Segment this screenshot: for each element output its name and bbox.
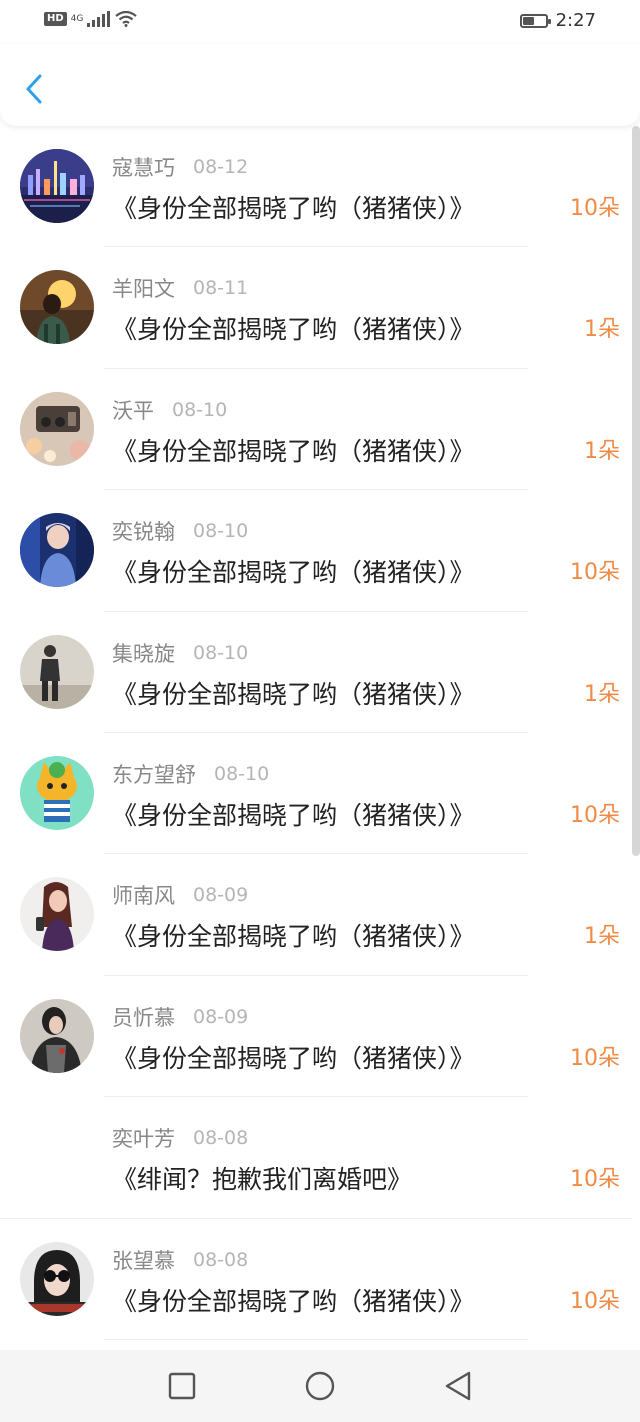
name-line: 员忻慕 08-09	[112, 1002, 248, 1032]
gift-date: 08-12	[193, 156, 249, 178]
name-line: 东方望舒 08-10	[112, 759, 269, 789]
back-nav-button[interactable]	[430, 1358, 486, 1414]
hd-badge: HD	[44, 12, 67, 26]
gift-date: 08-09	[193, 884, 249, 907]
flower-count: 10朵	[570, 560, 620, 586]
user-name: 奕叶芳	[112, 1127, 175, 1152]
user-name: 东方望舒	[112, 762, 196, 787]
list-item[interactable]: 沃平 08-10 《身份全部揭晓了哟（猪猪侠）》 1朵	[0, 369, 632, 491]
list-item[interactable]: 师南风 08-09 《身份全部揭晓了哟（猪猪侠）》 1朵	[0, 854, 632, 976]
avatar	[20, 755, 94, 830]
chevron-left-icon	[26, 74, 42, 104]
book-title: 《身份全部揭晓了哟（猪猪侠）》	[112, 800, 475, 830]
avatar	[20, 998, 94, 1073]
status-left: HD 4G	[44, 11, 138, 27]
flower-count: 1朵	[584, 317, 620, 343]
status-time: 2:27	[555, 10, 596, 31]
status-right: 2:27	[519, 10, 596, 31]
list-item[interactable]: 奕锐翰 08-10 《身份全部揭晓了哟（猪猪侠）》 10朵	[0, 490, 632, 612]
avatar	[20, 634, 94, 709]
signal-icon	[87, 11, 111, 27]
avatar	[20, 149, 94, 223]
name-line: 奕锐翰 08-10	[112, 516, 248, 546]
book-title: 《身份全部揭晓了哟（猪猪侠）》	[112, 1286, 475, 1316]
user-name: 奕锐翰	[112, 520, 175, 545]
book-title: 《身份全部揭晓了哟（猪猪侠）》	[112, 194, 475, 223]
network-label: 4G	[70, 13, 84, 24]
scrollbar[interactable]	[632, 126, 640, 856]
name-line: 师南风 08-09	[112, 880, 248, 910]
gift-date: 08-10	[193, 520, 249, 543]
battery-fill	[522, 16, 534, 25]
book-title: 《身份全部揭晓了哟（猪猪侠）》	[112, 1043, 475, 1073]
book-title: 《绯闻？抱歉我们离婚吧》	[112, 1165, 413, 1195]
gift-date: 08-10	[172, 398, 228, 421]
gift-date: 08-08	[193, 1248, 249, 1271]
list-item[interactable]: 东方望舒 08-10 《身份全部揭晓了哟（猪猪侠）》 10朵	[0, 733, 632, 855]
avatar	[20, 877, 94, 952]
circle-icon	[305, 1371, 335, 1401]
square-icon	[168, 1372, 196, 1400]
wifi-icon	[115, 11, 138, 27]
name-line: 沃平 08-10	[112, 395, 227, 425]
name-line: 奕叶芳 08-08	[112, 1123, 248, 1153]
user-name: 集晓旋	[112, 641, 175, 666]
gift-date: 08-10	[214, 762, 270, 785]
user-name: 员忻慕	[112, 1005, 175, 1030]
avatar	[20, 1241, 94, 1316]
user-name: 沃平	[112, 398, 154, 423]
avatar	[20, 513, 94, 588]
flower-count: 10朵	[570, 1288, 620, 1314]
avatar	[20, 270, 94, 345]
list-item[interactable]: 张望慕 08-08 《身份全部揭晓了哟（猪猪侠）》 10朵	[0, 1219, 632, 1340]
user-name: 羊阳文	[112, 277, 175, 302]
book-title: 《身份全部揭晓了哟（猪猪侠）》	[112, 922, 475, 952]
book-title: 《身份全部揭晓了哟（猪猪侠）》	[112, 558, 475, 588]
flower-count: 1朵	[584, 438, 620, 464]
list-item[interactable]: 员忻慕 08-09 《身份全部揭晓了哟（猪猪侠）》 10朵	[0, 976, 632, 1098]
recents-button[interactable]	[154, 1358, 210, 1414]
list-item[interactable]: 集晓旋 08-10 《身份全部揭晓了哟（猪猪侠）》 1朵	[0, 612, 632, 733]
home-button[interactable]	[292, 1358, 348, 1414]
status-bar: HD 4G 2:27	[0, 0, 640, 44]
flower-count: 1朵	[584, 924, 620, 950]
gift-date: 08-08	[193, 1127, 249, 1150]
user-name: 师南风	[112, 884, 175, 909]
gift-date: 08-10	[193, 641, 249, 664]
system-nav-bar	[0, 1350, 640, 1422]
flower-count: 10朵	[570, 196, 620, 221]
list-item[interactable]: 奕叶芳 08-08 《绯闻？抱歉我们离婚吧》 10朵	[0, 1097, 632, 1219]
name-line: 寇慧巧 08-12	[112, 152, 248, 182]
gift-date: 08-09	[193, 1005, 249, 1028]
book-title: 《身份全部揭晓了哟（猪猪侠）》	[112, 436, 475, 466]
avatar	[20, 391, 94, 466]
name-line: 张望慕 08-08	[112, 1245, 248, 1275]
flower-count: 1朵	[584, 681, 620, 707]
name-line: 羊阳文 08-11	[112, 273, 248, 303]
back-button[interactable]	[16, 68, 56, 108]
book-title: 《身份全部揭晓了哟（猪猪侠）》	[112, 679, 475, 709]
gift-list: 寇慧巧 08-12 《身份全部揭晓了哟（猪猪侠）》 10朵 羊阳文 08-11 …	[0, 126, 632, 1340]
flower-count: 10朵	[570, 1045, 620, 1071]
gift-date: 08-11	[193, 277, 249, 300]
triangle-back-icon	[445, 1371, 471, 1401]
list-item[interactable]: 羊阳文 08-11 《身份全部揭晓了哟（猪猪侠）》 1朵	[0, 247, 632, 369]
book-title: 《身份全部揭晓了哟（猪猪侠）》	[112, 315, 475, 345]
name-line: 集晓旋 08-10	[112, 638, 248, 668]
battery-icon	[519, 13, 551, 28]
list-item[interactable]: 寇慧巧 08-12 《身份全部揭晓了哟（猪猪侠）》 10朵	[0, 126, 632, 248]
user-name: 张望慕	[112, 1248, 175, 1273]
header	[0, 44, 640, 126]
flower-count: 10朵	[570, 1167, 620, 1193]
user-name: 寇慧巧	[112, 156, 175, 180]
flower-count: 10朵	[570, 802, 620, 828]
row-divider	[104, 1338, 528, 1340]
